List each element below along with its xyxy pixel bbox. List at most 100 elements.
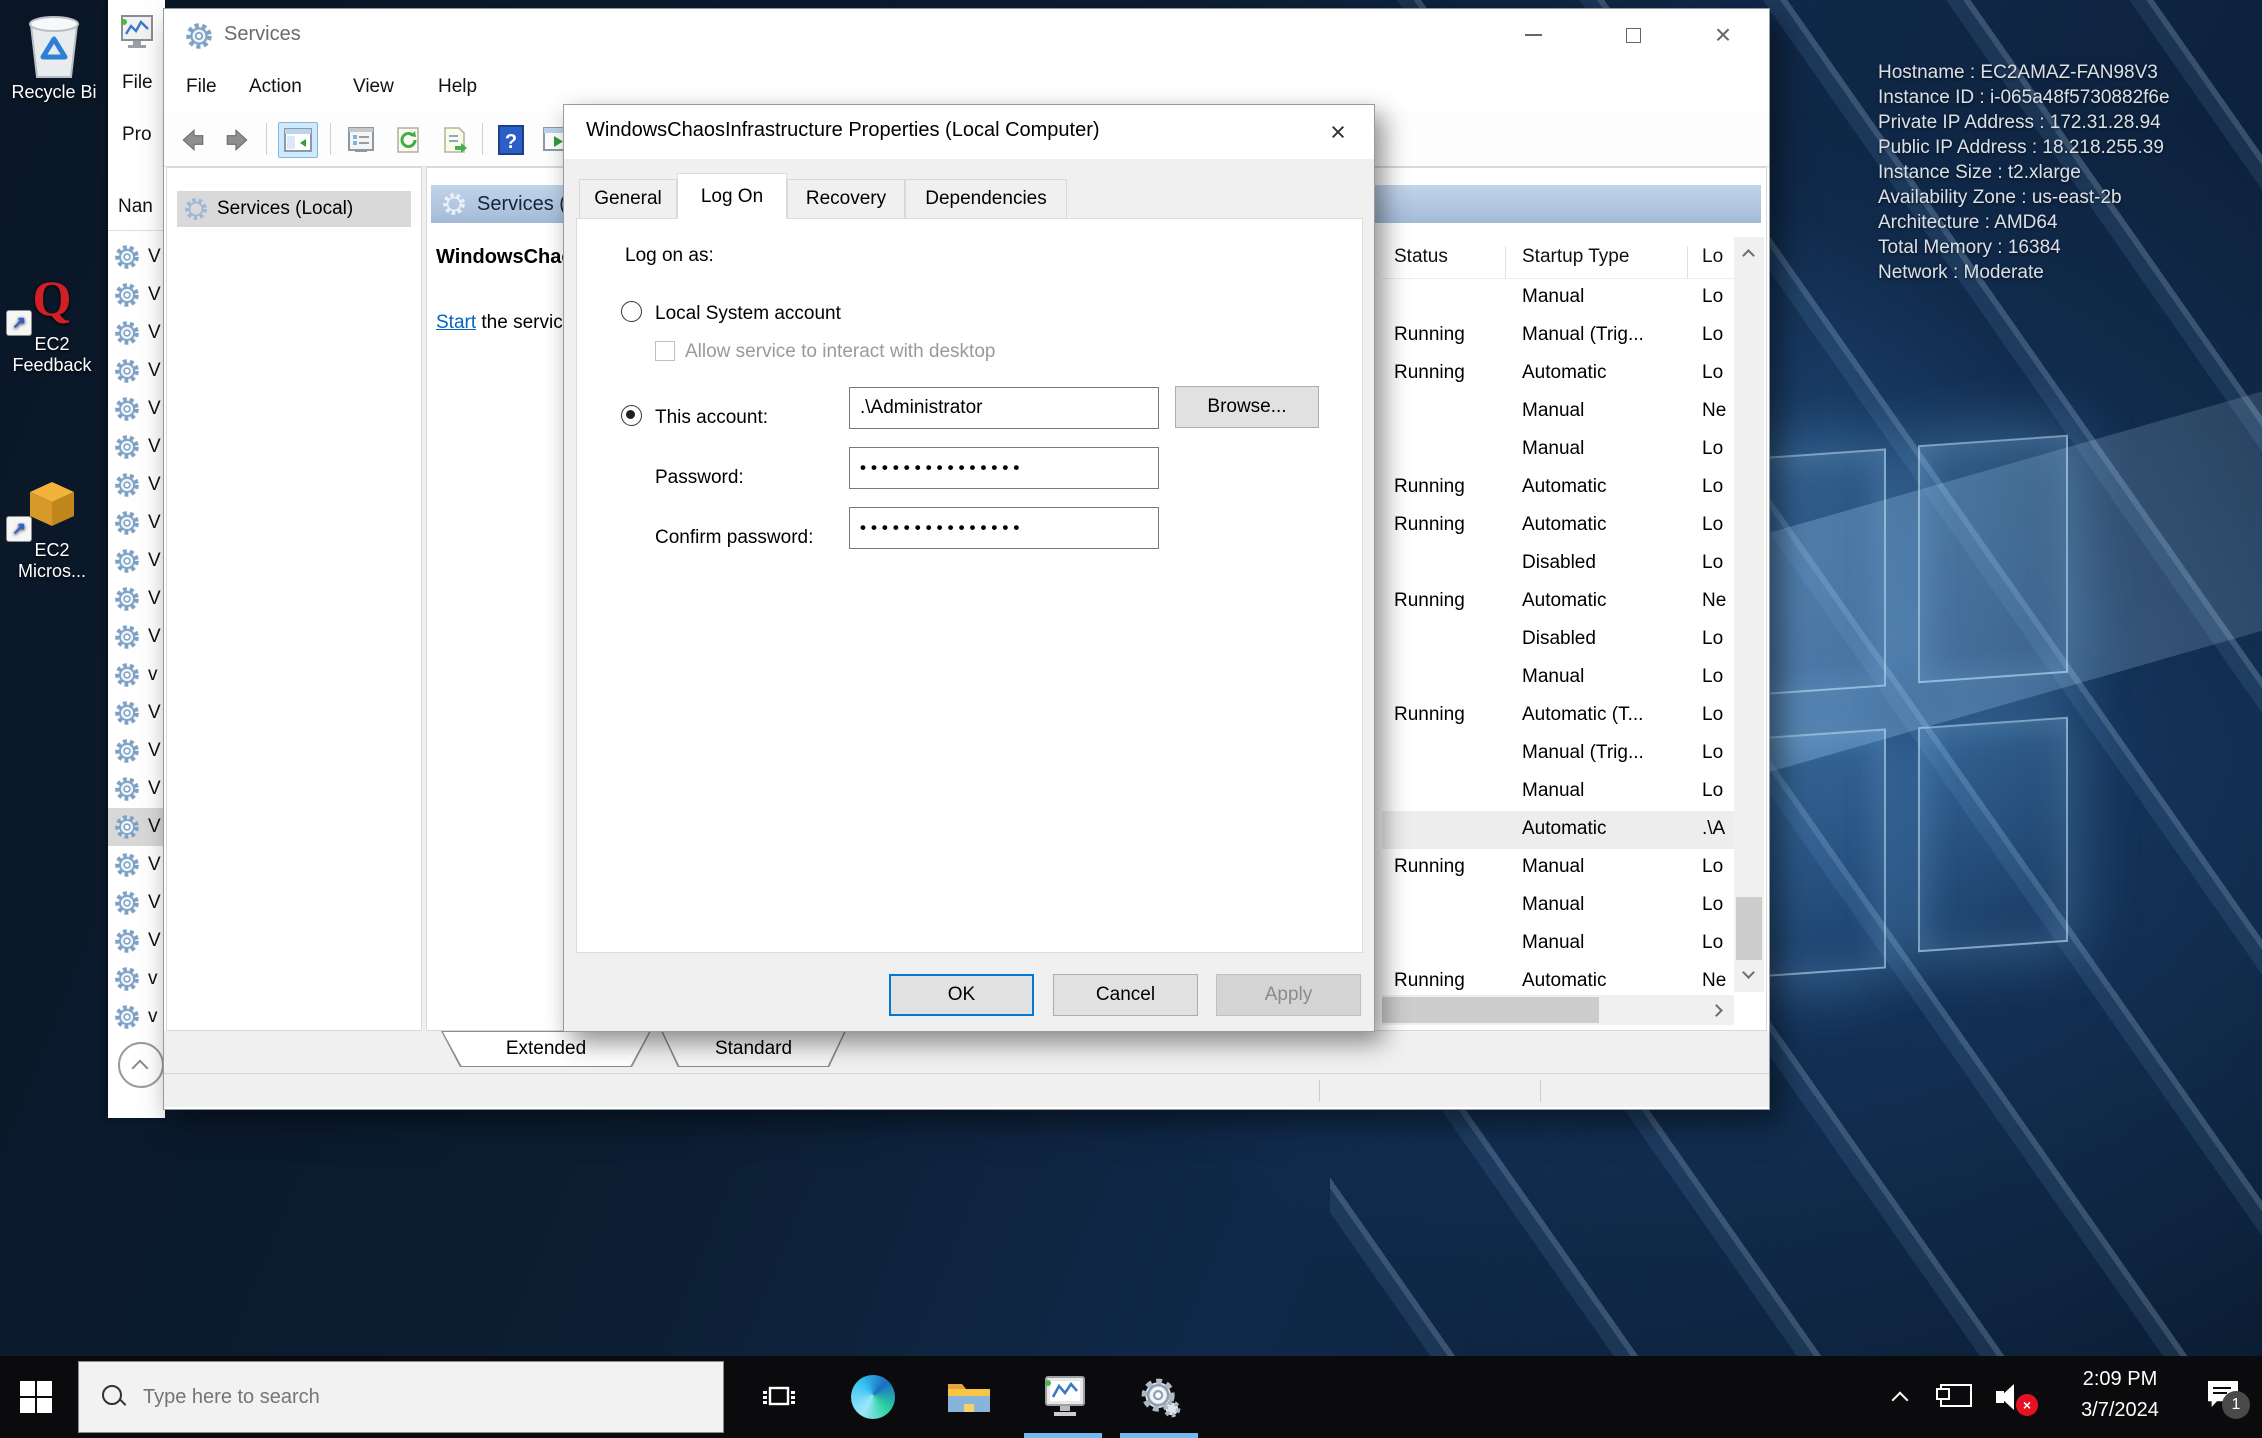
account-input[interactable] <box>849 387 1159 429</box>
back-button[interactable] <box>176 122 210 158</box>
background-service-row[interactable]: V <box>108 504 165 542</box>
background-service-row[interactable]: V <box>108 694 165 732</box>
column-log-on-as[interactable]: Lo <box>1702 246 1723 268</box>
background-service-row[interactable]: V <box>108 770 165 808</box>
scroll-down-button[interactable] <box>1734 960 1764 992</box>
background-service-row[interactable]: V <box>108 238 165 276</box>
start-button[interactable] <box>0 1356 72 1438</box>
background-service-row[interactable]: V <box>108 580 165 618</box>
column-startup-type[interactable]: Startup Type <box>1522 246 1629 268</box>
tab-standard[interactable]: Standard <box>661 1031 846 1067</box>
menu-action[interactable]: Action <box>249 63 302 111</box>
background-window-file-menu[interactable]: File <box>122 72 153 94</box>
scroll-right-button[interactable] <box>1704 995 1734 1025</box>
service-row[interactable]: RunningManualLo <box>1382 849 1734 887</box>
vertical-scroll-thumb[interactable] <box>1736 897 1762 960</box>
action-center-button[interactable]: 1 <box>2196 1356 2256 1438</box>
background-service-row[interactable]: V <box>108 618 165 656</box>
dialog-close-button[interactable]: × <box>1310 112 1366 152</box>
network-tray-button[interactable] <box>1928 1356 1978 1438</box>
service-row[interactable]: RunningManual (Trig...Lo <box>1382 317 1734 355</box>
background-service-row[interactable]: v <box>108 656 165 694</box>
allow-desktop-checkbox[interactable] <box>655 341 675 361</box>
background-service-row[interactable]: V <box>108 466 165 504</box>
background-service-row[interactable]: V <box>108 846 165 884</box>
perfmon-button[interactable] <box>1026 1356 1102 1438</box>
background-window-name-column[interactable]: Nan <box>118 196 153 218</box>
scroll-up-circle-button[interactable] <box>118 1042 164 1088</box>
tree-item-services-local[interactable]: Services (Local) <box>177 191 411 227</box>
help-button[interactable]: ? <box>494 122 528 158</box>
vertical-scrollbar[interactable] <box>1734 237 1764 992</box>
menu-view[interactable]: View <box>353 63 394 111</box>
show-console-tree-button[interactable] <box>278 122 318 158</box>
background-service-row[interactable]: V <box>108 732 165 770</box>
browse-button[interactable]: Browse... <box>1175 386 1319 428</box>
tab-dependencies[interactable]: Dependencies <box>905 179 1067 219</box>
service-row[interactable]: DisabledLo <box>1382 621 1734 659</box>
start-service-link[interactable]: Start <box>436 312 476 333</box>
background-service-row[interactable]: V <box>108 314 165 352</box>
confirm-password-input[interactable] <box>849 507 1159 549</box>
service-row[interactable]: ManualLo <box>1382 773 1734 811</box>
service-row[interactable]: ManualLo <box>1382 887 1734 925</box>
service-row[interactable]: RunningAutomaticNe <box>1382 583 1734 621</box>
horizontal-scrollbar[interactable] <box>1382 995 1734 1025</box>
minimize-button[interactable] <box>1502 11 1564 59</box>
forward-button[interactable] <box>220 122 254 158</box>
tab-log-on[interactable]: Log On <box>677 173 787 219</box>
export-list-button[interactable] <box>438 122 472 158</box>
menu-help[interactable]: Help <box>438 63 477 111</box>
properties-button[interactable] <box>344 122 378 158</box>
desktop-icon-ec2-microsoft[interactable]: ↗ EC2 Micros... <box>4 468 100 582</box>
horizontal-scroll-thumb[interactable] <box>1382 997 1599 1023</box>
tab-general[interactable]: General <box>579 179 677 219</box>
this-account-radio[interactable] <box>621 405 642 426</box>
service-row[interactable]: Automatic.\A <box>1382 811 1734 849</box>
service-row[interactable]: ManualLo <box>1382 659 1734 697</box>
background-service-row[interactable]: V <box>108 922 165 960</box>
service-row[interactable]: RunningAutomaticLo <box>1382 355 1734 393</box>
tab-extended[interactable]: Extended <box>441 1031 651 1067</box>
background-service-row[interactable]: V <box>108 542 165 580</box>
password-input[interactable] <box>849 447 1159 489</box>
background-service-row[interactable]: V <box>108 352 165 390</box>
desktop-icon-ec2-feedback[interactable]: Q ↗ EC2 Feedback <box>4 262 100 376</box>
scroll-up-button[interactable] <box>1734 237 1764 269</box>
background-service-row[interactable]: v <box>108 960 165 998</box>
edge-button[interactable] <box>836 1356 910 1438</box>
service-row[interactable]: Manual (Trig...Lo <box>1382 735 1734 773</box>
close-button[interactable]: × <box>1692 11 1754 59</box>
service-row[interactable]: ManualNe <box>1382 393 1734 431</box>
column-status[interactable]: Status <box>1394 246 1448 268</box>
task-view-button[interactable] <box>742 1356 816 1438</box>
maximize-button[interactable] <box>1602 11 1664 59</box>
background-service-row[interactable]: v <box>108 998 165 1036</box>
service-row[interactable]: ManualLo <box>1382 431 1734 469</box>
file-explorer-button[interactable] <box>932 1356 1006 1438</box>
background-service-row[interactable]: V <box>108 808 165 846</box>
local-system-radio[interactable] <box>621 301 642 322</box>
desktop-icon-recycle-bin[interactable]: Recycle Bi <box>6 10 102 103</box>
console-tree-pane[interactable]: Services (Local) <box>166 167 422 1031</box>
background-service-row[interactable]: V <box>108 276 165 314</box>
service-row[interactable]: RunningAutomaticLo <box>1382 469 1734 507</box>
service-row[interactable]: RunningAutomaticLo <box>1382 507 1734 545</box>
service-row[interactable]: ManualLo <box>1382 925 1734 963</box>
dialog-titlebar[interactable]: WindowsChaosInfrastructure Properties (L… <box>564 105 1374 159</box>
background-service-row[interactable]: V <box>108 390 165 428</box>
search-input[interactable] <box>143 1386 683 1409</box>
background-service-row[interactable]: V <box>108 884 165 922</box>
cancel-button[interactable]: Cancel <box>1053 974 1198 1016</box>
apply-button[interactable]: Apply <box>1216 974 1361 1016</box>
tab-recovery[interactable]: Recovery <box>787 179 905 219</box>
volume-tray-button[interactable]: × <box>1986 1356 2042 1438</box>
taskbar-clock[interactable]: 2:09 PM 3/7/2024 <box>2050 1364 2190 1426</box>
menu-file[interactable]: File <box>186 63 217 111</box>
background-window-strip[interactable]: File Pro Nan VVVVVVVVVVVvVVVVVVVvv <box>108 0 165 1118</box>
service-row[interactable]: ManualLo <box>1382 279 1734 317</box>
services-taskbar-button[interactable] <box>1122 1356 1198 1438</box>
ok-button[interactable]: OK <box>889 974 1034 1016</box>
services-titlebar[interactable]: Services × <box>164 9 1769 63</box>
service-row[interactable]: DisabledLo <box>1382 545 1734 583</box>
